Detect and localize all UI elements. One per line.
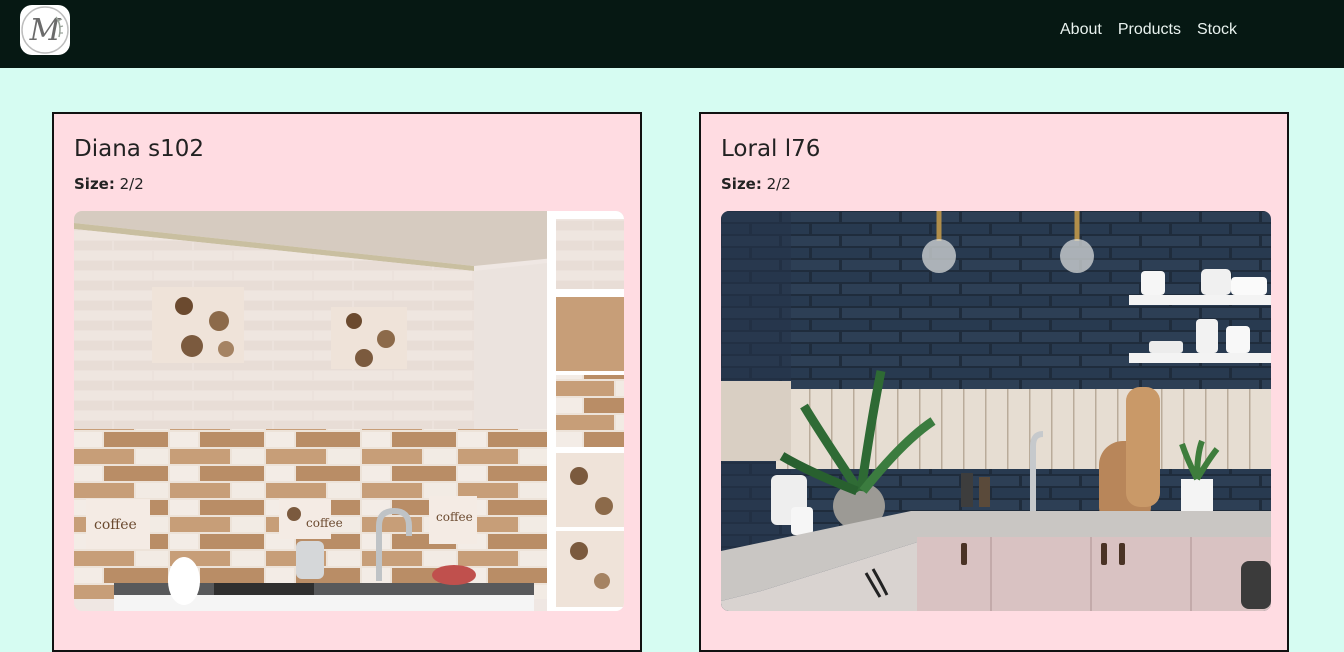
- svg-text:coffee: coffee: [94, 517, 137, 533]
- nav-link-about[interactable]: About: [1060, 20, 1102, 40]
- size-value: 2/2: [766, 175, 791, 193]
- nav-link-stock[interactable]: Stock: [1197, 20, 1237, 40]
- nav-link-products[interactable]: Products: [1118, 20, 1181, 40]
- product-card[interactable]: Loral l76 Size: 2/2: [699, 112, 1289, 652]
- monogram-logo-icon: M: [21, 6, 69, 54]
- nav-links: About Products Stock: [1060, 20, 1237, 40]
- size-label: Size:: [74, 175, 115, 193]
- product-image[interactable]: [721, 211, 1271, 611]
- size-label: Size:: [721, 175, 762, 193]
- kitchen-navy-tiles-image: [721, 211, 1271, 611]
- brand-logo[interactable]: M: [20, 5, 70, 55]
- product-title: Loral l76: [721, 136, 821, 162]
- size-value: 2/2: [119, 175, 144, 193]
- product-size: Size: 2/2: [74, 175, 144, 193]
- svg-text:coffee: coffee: [436, 510, 473, 524]
- product-size: Size: 2/2: [721, 175, 791, 193]
- svg-text:coffee: coffee: [306, 516, 343, 530]
- product-card[interactable]: Diana s102 Size: 2/2 coffee coffee coffe…: [52, 112, 642, 652]
- product-title: Diana s102: [74, 136, 205, 162]
- kitchen-tiles-image: coffee coffee coffee: [74, 211, 624, 611]
- product-image[interactable]: coffee coffee coffee: [74, 211, 624, 611]
- navbar: M About Products Stock: [0, 0, 1344, 68]
